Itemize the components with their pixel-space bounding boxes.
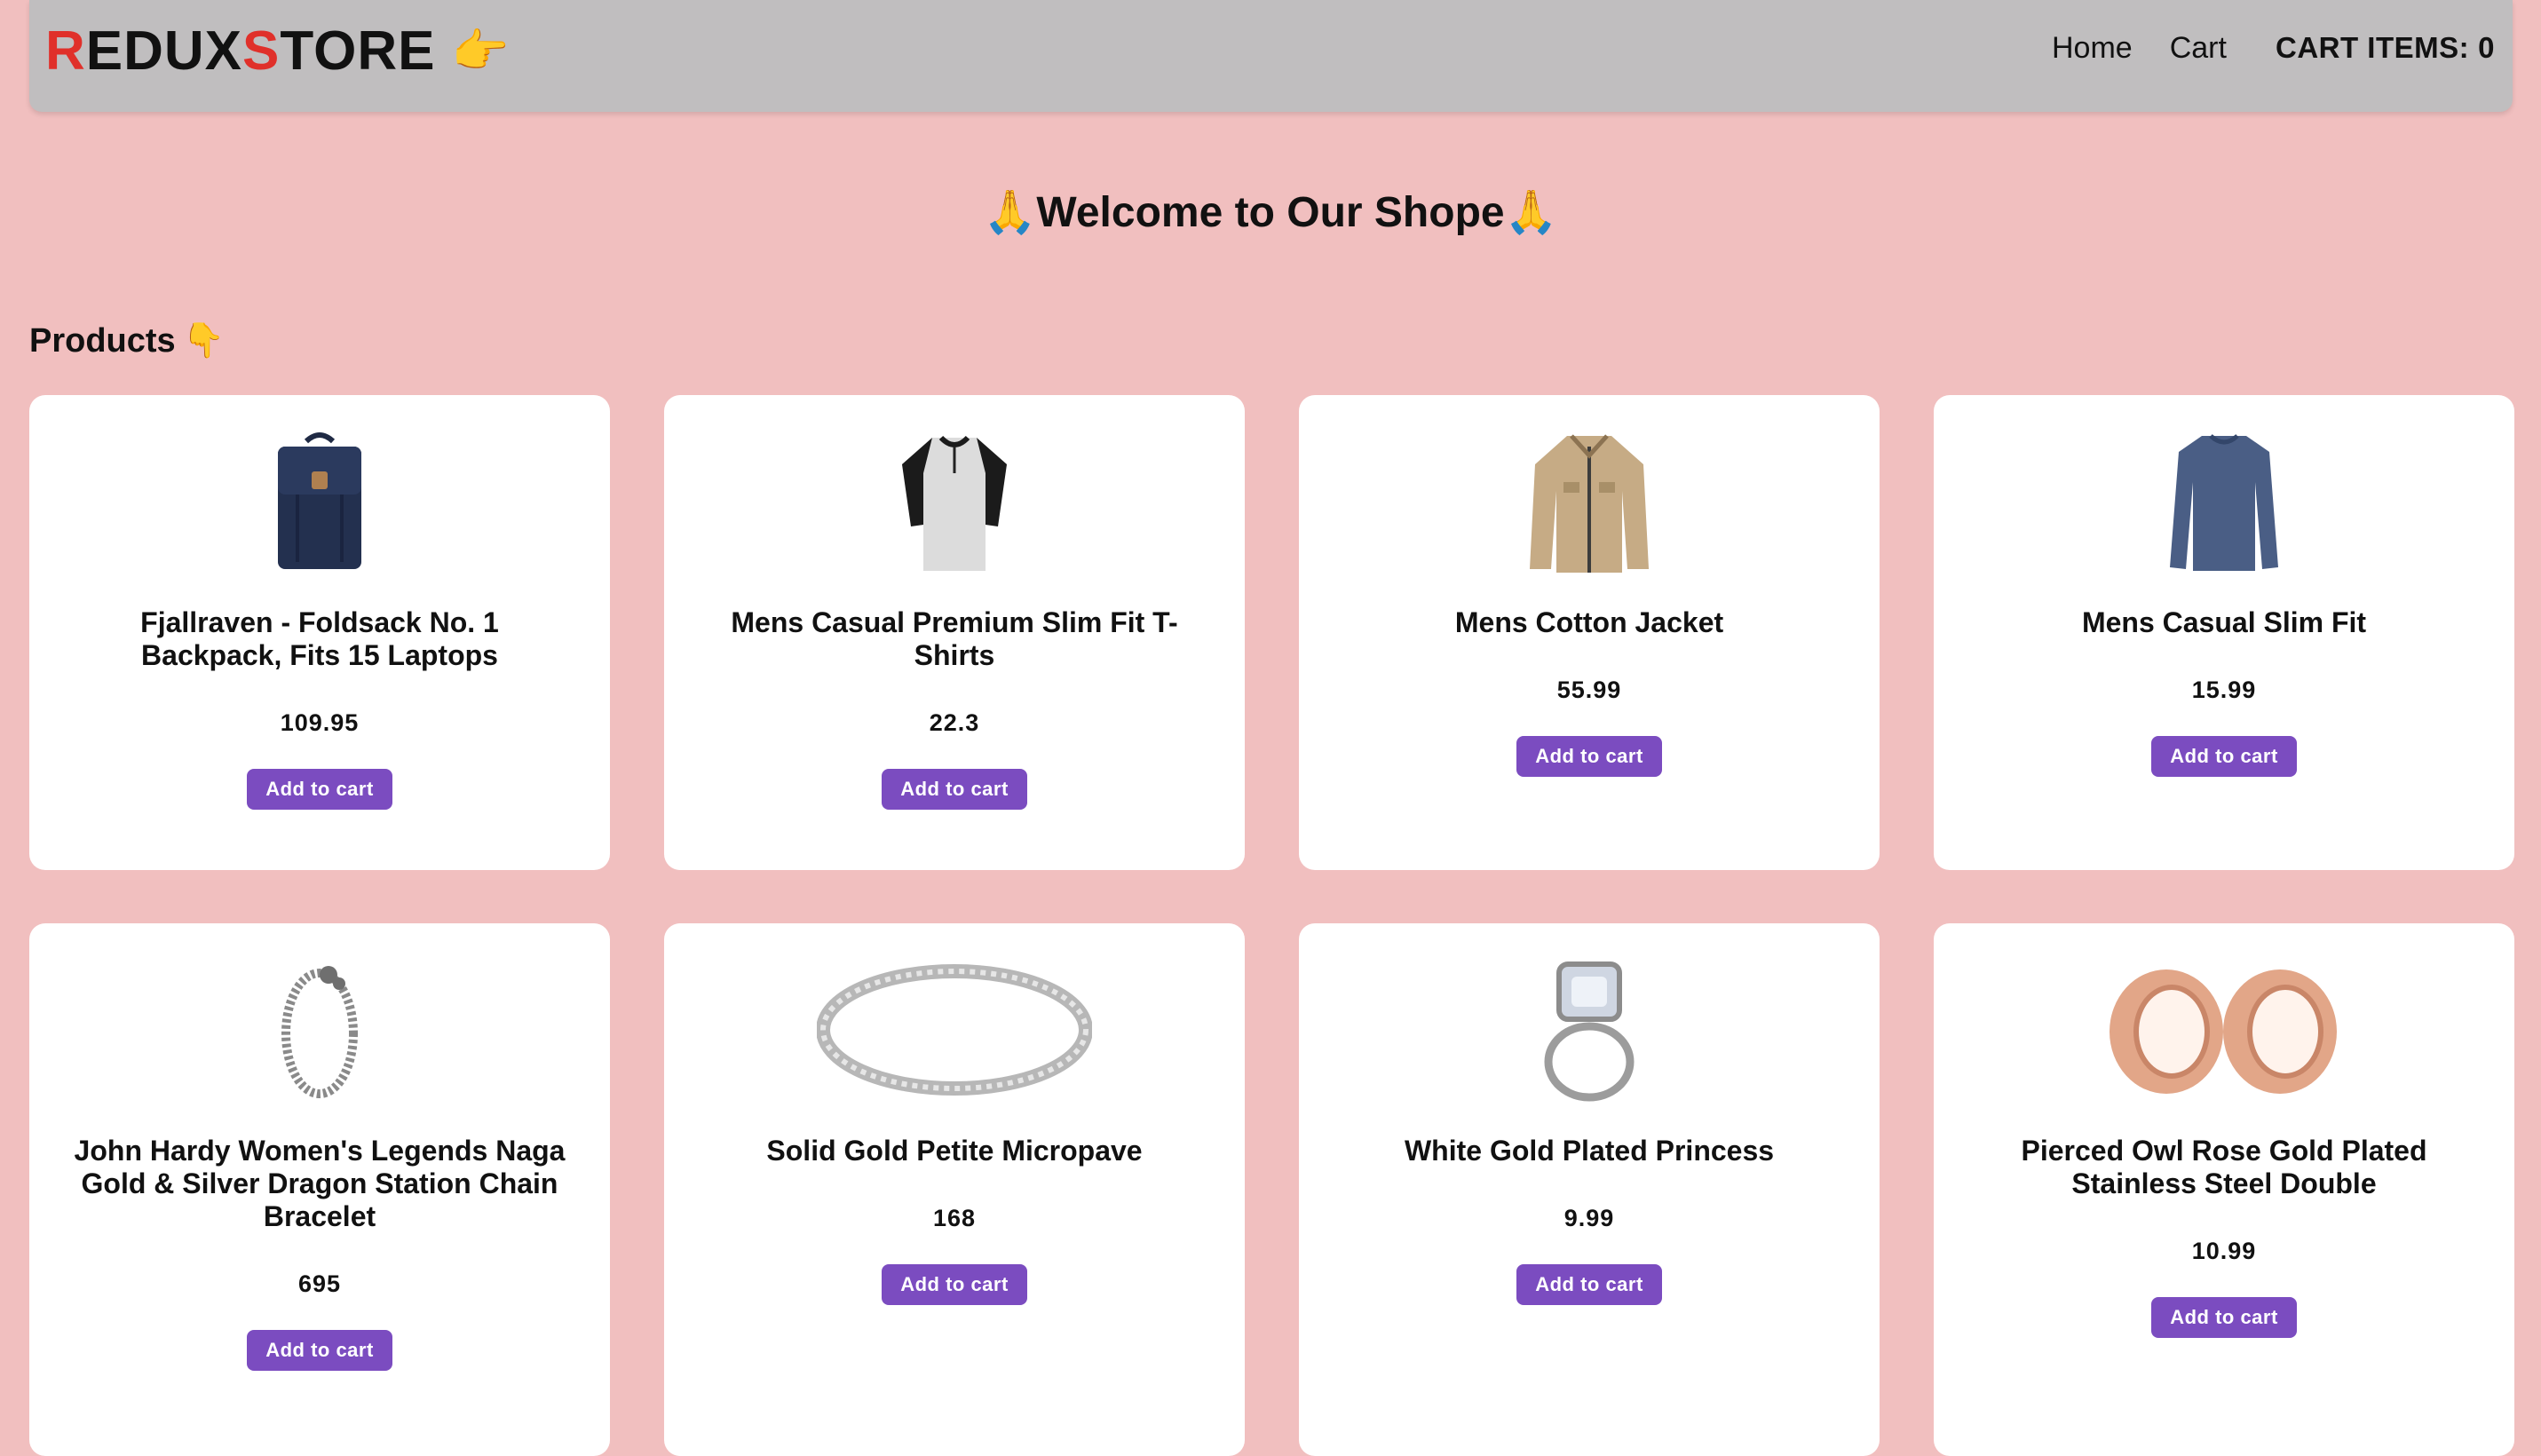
product-name[interactable]: White Gold Plated Princess bbox=[1405, 1135, 1774, 1167]
navbar: R EDUX S TORE 👉 Home Cart CART ITEMS: 0 bbox=[29, 0, 2513, 112]
product-name[interactable]: Mens Cotton Jacket bbox=[1455, 606, 1723, 639]
product-name[interactable]: Solid Gold Petite Micropave bbox=[766, 1135, 1142, 1167]
product-name[interactable]: John Hardy Women's Legends Naga Gold & S… bbox=[71, 1135, 568, 1233]
product-grid: Fjallraven - Foldsack No. 1 Backpack, Fi… bbox=[29, 395, 2514, 1456]
product-price: 695 bbox=[297, 1270, 342, 1297]
product-price: 109.95 bbox=[280, 709, 360, 736]
product-price: 9.99 bbox=[1563, 1205, 1615, 1231]
product-card: Solid Gold Petite Micropave 168 Add to c… bbox=[664, 923, 1245, 1456]
add-to-cart-button[interactable]: Add to cart bbox=[2151, 1297, 2297, 1338]
product-card: Fjallraven - Foldsack No. 1 Backpack, Fi… bbox=[29, 395, 610, 870]
product-card: Mens Casual Slim Fit 15.99 Add to cart bbox=[1934, 395, 2514, 870]
cart-items-indicator: CART ITEMS: 0 bbox=[2276, 25, 2495, 71]
nav-cart-link[interactable]: Cart bbox=[2170, 31, 2227, 66]
product-price: 168 bbox=[932, 1205, 977, 1231]
welcome-heading: 🙏Welcome to Our Shope🙏 bbox=[983, 189, 1558, 236]
add-to-cart-button[interactable]: Add to cart bbox=[1516, 1264, 1662, 1305]
pointing-hand-icon: 👉 bbox=[451, 25, 511, 77]
brand-logo[interactable]: R EDUX S TORE 👉 bbox=[45, 20, 510, 82]
brand-text-edux: EDUX bbox=[85, 20, 243, 82]
ring-band-icon[interactable] bbox=[808, 957, 1101, 1103]
product-price: 15.99 bbox=[2191, 677, 2257, 703]
backpack-icon[interactable] bbox=[173, 429, 466, 574]
add-to-cart-button[interactable]: Add to cart bbox=[1516, 736, 1662, 777]
product-name[interactable]: Mens Casual Slim Fit bbox=[2082, 606, 2366, 639]
jacket-icon[interactable] bbox=[1443, 429, 1736, 574]
diamond-ring-icon[interactable] bbox=[1443, 957, 1736, 1103]
brand-letter-r: R bbox=[45, 20, 86, 82]
tunnel-plugs-icon[interactable] bbox=[2078, 957, 2371, 1103]
product-price: 55.99 bbox=[1556, 677, 1622, 703]
add-to-cart-button[interactable]: Add to cart bbox=[247, 1330, 392, 1371]
product-price: 22.3 bbox=[929, 709, 980, 736]
products-heading: Products 👇 bbox=[29, 321, 225, 360]
product-name[interactable]: Mens Casual Premium Slim Fit T-Shirts bbox=[706, 606, 1203, 672]
bracelet-icon[interactable] bbox=[173, 957, 466, 1103]
add-to-cart-button[interactable]: Add to cart bbox=[2151, 736, 2297, 777]
nav-home-link[interactable]: Home bbox=[2052, 31, 2133, 66]
longsleeve-icon[interactable] bbox=[2078, 429, 2371, 574]
product-card: Mens Cotton Jacket 55.99 Add to cart bbox=[1299, 395, 1880, 870]
add-to-cart-button[interactable]: Add to cart bbox=[882, 1264, 1027, 1305]
add-to-cart-button[interactable]: Add to cart bbox=[247, 769, 392, 810]
product-name[interactable]: Fjallraven - Foldsack No. 1 Backpack, Fi… bbox=[71, 606, 568, 672]
products-heading-label: Products bbox=[29, 321, 176, 360]
tshirt-icon[interactable] bbox=[808, 429, 1101, 574]
product-card: Pierced Owl Rose Gold Plated Stainless S… bbox=[1934, 923, 2514, 1456]
product-price: 10.99 bbox=[2191, 1238, 2257, 1264]
product-name[interactable]: Pierced Owl Rose Gold Plated Stainless S… bbox=[1975, 1135, 2473, 1200]
brand-text-tore: TORE bbox=[280, 20, 436, 82]
cart-items-label: CART ITEMS: bbox=[2275, 31, 2470, 64]
add-to-cart-button[interactable]: Add to cart bbox=[882, 769, 1027, 810]
nav-links: Home Cart bbox=[2052, 25, 2227, 71]
cart-items-count: 0 bbox=[2478, 31, 2495, 64]
product-card: White Gold Plated Princess 9.99 Add to c… bbox=[1299, 923, 1880, 1456]
product-card: John Hardy Women's Legends Naga Gold & S… bbox=[29, 923, 610, 1456]
pointing-down-icon: 👇 bbox=[182, 322, 226, 360]
product-card: Mens Casual Premium Slim Fit T-Shirts 22… bbox=[664, 395, 1245, 870]
brand-letter-s: S bbox=[242, 20, 281, 82]
